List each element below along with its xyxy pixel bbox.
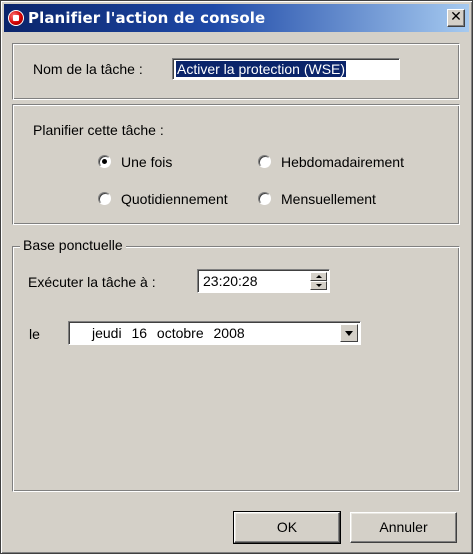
radio-weekly-label[interactable]: Hebdomadairement xyxy=(281,154,404,170)
radio-daily-label[interactable]: Quotidiennement xyxy=(121,191,228,207)
app-icon xyxy=(8,10,24,26)
ok-button[interactable]: OK xyxy=(233,511,341,544)
run-time-value: 23:20:28 xyxy=(203,273,258,289)
spin-up-arrow-icon[interactable] xyxy=(310,272,327,281)
task-name-field[interactable]: Activer la protection (WSE) xyxy=(172,58,400,80)
radio-monthly[interactable] xyxy=(258,192,271,205)
spin-down-arrow-icon[interactable] xyxy=(310,281,327,290)
title-bar[interactable]: Planifier l'action de console ✕ xyxy=(4,4,469,32)
date-picker[interactable]: jeudi 16 octobre 2008 xyxy=(68,321,361,345)
radio-monthly-label[interactable]: Mensuellement xyxy=(281,191,376,207)
close-button[interactable]: ✕ xyxy=(447,9,465,27)
cancel-button[interactable]: Annuler xyxy=(350,512,457,543)
date-value: jeudi 16 octobre 2008 xyxy=(92,325,245,341)
task-name-value: Activer la protection (WSE) xyxy=(176,61,347,77)
dialog-window: Planifier l'action de console ✕ Nom de l… xyxy=(0,0,473,554)
window-title: Planifier l'action de console xyxy=(28,9,266,27)
radio-daily[interactable] xyxy=(98,192,111,205)
task-name-label: Nom de la tâche : xyxy=(33,61,143,77)
dropdown-arrow-icon[interactable] xyxy=(340,324,358,342)
once-group-title: Base ponctuelle xyxy=(20,237,126,253)
run-time-label: Exécuter la tâche à : xyxy=(28,274,156,290)
radio-once[interactable] xyxy=(98,155,111,168)
radio-once-label[interactable]: Une fois xyxy=(121,154,172,170)
radio-weekly[interactable] xyxy=(258,155,271,168)
time-spinner[interactable] xyxy=(310,272,327,290)
run-time-field[interactable]: 23:20:28 xyxy=(197,269,330,293)
schedule-label: Planifier cette tâche : xyxy=(33,122,164,138)
date-label: le xyxy=(29,326,40,342)
